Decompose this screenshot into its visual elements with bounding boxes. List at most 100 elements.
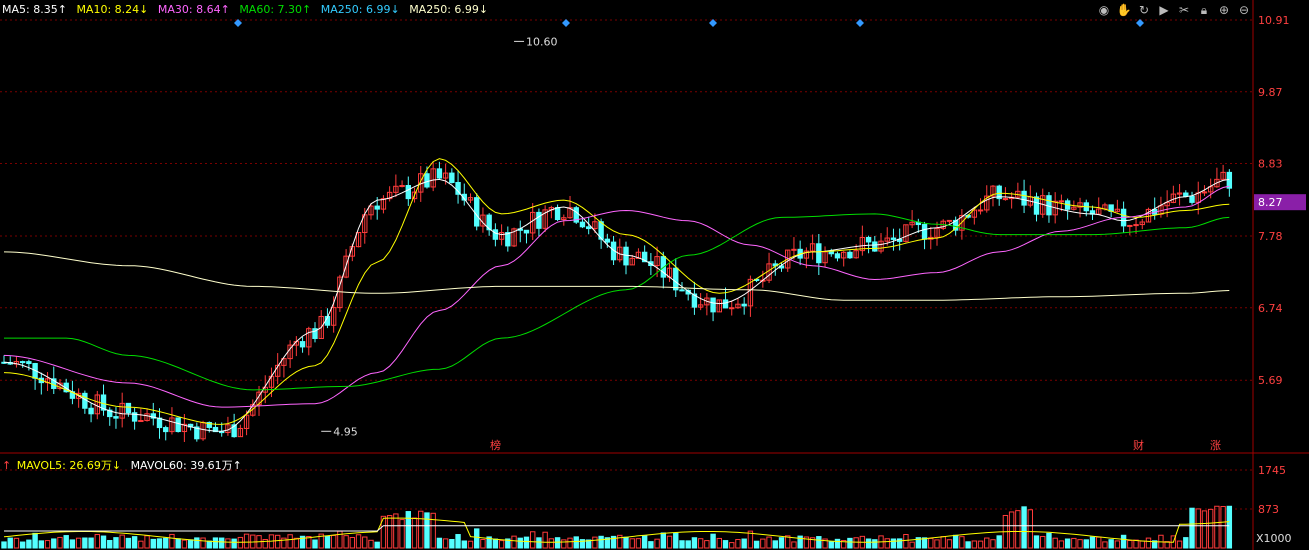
volume-bar: [1071, 537, 1077, 549]
volume-bar: [984, 537, 990, 549]
candle-body: [125, 402, 132, 414]
candle-body: [623, 246, 629, 266]
volume-bar: [187, 539, 194, 549]
volume-bar: [1015, 510, 1021, 549]
volume-bar: [405, 511, 412, 549]
volume-bar: [119, 534, 125, 549]
candle-body: [865, 236, 872, 243]
volume-bar: [1195, 508, 1201, 549]
candle-body: [710, 297, 716, 313]
price-tick-label: 7.78: [1258, 230, 1283, 243]
volume-bar: [206, 540, 212, 549]
ma-line-ma10: [3, 158, 1230, 425]
volume-bar: [94, 534, 100, 549]
volume-bar: [38, 540, 45, 549]
volume-bar: [635, 538, 642, 549]
volume-ma-line: [4, 525, 1230, 532]
volume-bar: [181, 539, 188, 549]
volume-bar: [312, 539, 318, 549]
candle-body: [175, 417, 181, 433]
volume-bar: [654, 538, 660, 549]
volume-bar: [1139, 540, 1145, 549]
volume-bar: [716, 537, 722, 549]
volume-bar: [673, 532, 679, 549]
candle-body: [890, 237, 897, 240]
volume-bar: [1220, 505, 1226, 549]
volume-bar: [200, 537, 206, 549]
volume-bar: [386, 515, 393, 549]
price-tick-label: 10.91: [1258, 14, 1290, 27]
candle-body: [1033, 196, 1040, 215]
volume-bar: [641, 535, 648, 549]
volume-bar: [971, 540, 978, 549]
volume-bar: [1176, 540, 1183, 549]
candlestick-chart: 10.91 9.87 8.83 7.78 6.74 5.69 1745 873 X1000 10.…: [0, 0, 1309, 550]
volume-bar: [853, 537, 859, 549]
volume-bar: [107, 540, 113, 549]
volume-bar: [1226, 505, 1233, 549]
volume-ma-line: [3, 517, 1230, 543]
volume-bar: [7, 537, 13, 549]
volume-bar: [455, 534, 461, 549]
event-diamond: [562, 19, 570, 27]
event-label: 涨: [1210, 439, 1221, 452]
volume-bar: [274, 534, 281, 549]
volume-bar: [828, 541, 834, 549]
candle-body: [424, 173, 430, 188]
volume-bar: [536, 537, 542, 549]
volume-bar: [26, 539, 32, 549]
volume-bar: [293, 537, 300, 549]
candle-body: [828, 251, 834, 255]
price-tick-label: 9.87: [1258, 86, 1283, 99]
volume-bar: [834, 538, 841, 549]
volume-bar: [760, 538, 766, 549]
volume-bar: [75, 537, 82, 549]
volume-bar: [44, 540, 51, 549]
volume-bar: [946, 539, 953, 549]
candle-body: [729, 307, 735, 310]
volume-bar: [393, 513, 399, 549]
volume-bar: [996, 535, 1002, 549]
volume-bar: [1214, 505, 1220, 549]
volume-bar: [194, 537, 200, 549]
volume-bar: [1201, 510, 1208, 549]
volume-bar: [57, 536, 63, 549]
candle-body: [579, 221, 586, 228]
volume-bar: [362, 536, 368, 549]
volume-bar: [113, 537, 119, 549]
volume-bar: [1083, 539, 1089, 549]
candle-body: [847, 251, 853, 259]
price-tick-label: 6.74: [1258, 302, 1283, 315]
volume-bar: [1127, 540, 1133, 549]
volume-bar: [679, 540, 685, 549]
volume-bar: [374, 541, 380, 549]
volume-bar: [1108, 539, 1114, 549]
volume-bar: [872, 539, 878, 549]
price-tick-label: 5.69: [1258, 374, 1283, 387]
volume-bar: [449, 538, 455, 549]
volume-bar: [965, 541, 971, 549]
volume-bar: [219, 537, 225, 549]
volume-bar: [629, 538, 635, 549]
event-diamond: [1136, 19, 1144, 27]
candle-body: [299, 341, 306, 348]
candle-body: [523, 229, 530, 234]
chart-window: MA5: 8.35↑ MA10: 8.24↓ MA30: 8.64↑ MA60:…: [0, 0, 1309, 550]
candle-body: [977, 209, 984, 212]
candle-body: [374, 205, 380, 210]
volume-bar: [1077, 539, 1083, 549]
volume-bar: [959, 536, 965, 549]
candle-body: [872, 241, 878, 252]
volume-bar: [940, 536, 946, 549]
volume-bar: [729, 542, 735, 549]
candle-body: [163, 427, 169, 433]
volume-bar: [934, 539, 940, 549]
volume-bar: [896, 538, 903, 549]
volume-bar: [542, 531, 548, 549]
volume-bar: [1052, 537, 1058, 549]
volume-bar: [511, 535, 517, 549]
current-price-label: 8.27: [1258, 196, 1283, 209]
volume-bar: [231, 538, 237, 549]
volume-bar: [598, 535, 604, 549]
volume-bar: [1033, 535, 1040, 549]
